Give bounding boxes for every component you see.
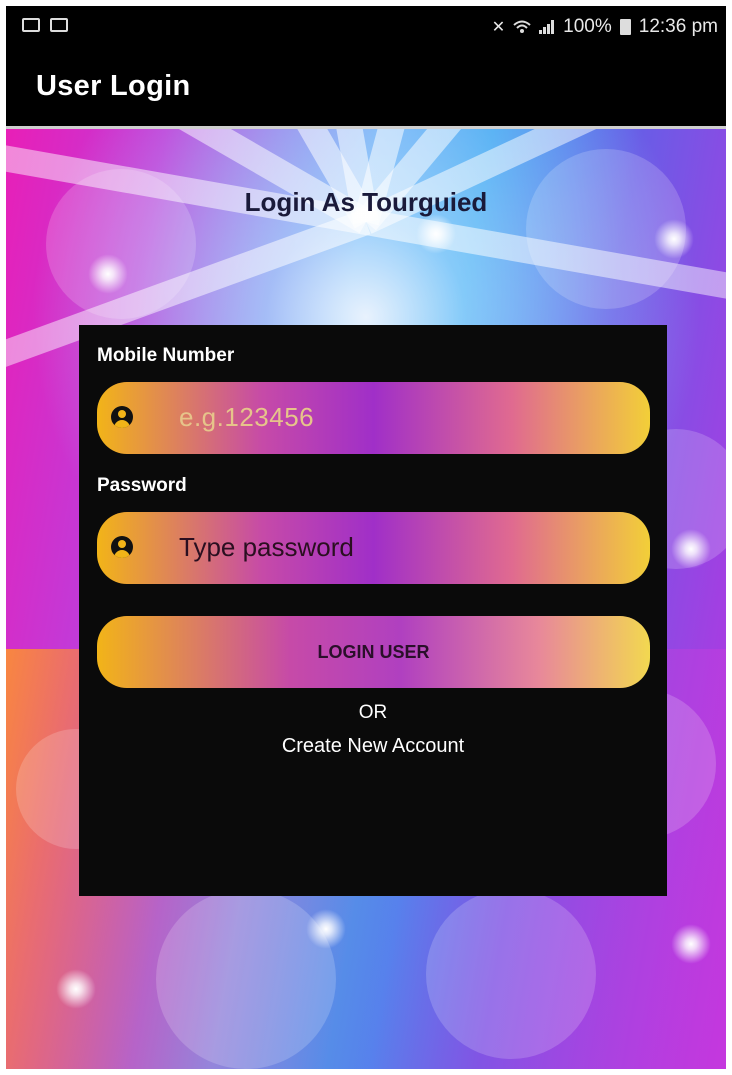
phone-screen: ✕ 100% 12:36 pm User Login Login As Tour… bbox=[6, 6, 726, 1069]
screen-heading: Login As Tourguied bbox=[244, 187, 488, 217]
clock: 12:36 pm bbox=[638, 16, 718, 37]
password-placeholder: Type password bbox=[179, 532, 354, 562]
battery-percent: 100% bbox=[563, 16, 612, 37]
gallery-icon bbox=[22, 18, 40, 32]
status-indicators: ✕ 100% 12:36 pm bbox=[492, 16, 718, 38]
app-title: User Login bbox=[36, 70, 191, 102]
mobile-placeholder: e.g.123456 bbox=[179, 402, 315, 432]
password-label: Password bbox=[97, 475, 187, 496]
user-circle-icon bbox=[111, 406, 133, 428]
login-card: Mobile Number e.g.123456 Password Type p… bbox=[79, 325, 667, 896]
signal-icon bbox=[539, 20, 555, 34]
notification-icons bbox=[22, 18, 68, 32]
login-user-button[interactable]: LOGIN USER bbox=[97, 616, 650, 688]
mobile-number-input[interactable]: e.g.123456 bbox=[97, 382, 650, 454]
user-circle-icon bbox=[111, 536, 133, 558]
wifi-icon bbox=[513, 20, 531, 33]
status-bar: ✕ 100% 12:36 pm bbox=[6, 6, 726, 50]
screenshot-icon bbox=[50, 18, 68, 32]
password-input[interactable]: Type password bbox=[97, 512, 650, 584]
battery-icon bbox=[619, 19, 631, 35]
background-image: Login As Tourguied Mobile Number e.g.123… bbox=[6, 129, 726, 1069]
create-account-link[interactable]: Create New Account bbox=[79, 735, 667, 758]
app-bar: User Login bbox=[6, 50, 726, 126]
mute-icon: ✕ bbox=[491, 19, 506, 36]
or-separator: OR bbox=[358, 702, 388, 723]
mobile-label: Mobile Number bbox=[97, 345, 235, 366]
